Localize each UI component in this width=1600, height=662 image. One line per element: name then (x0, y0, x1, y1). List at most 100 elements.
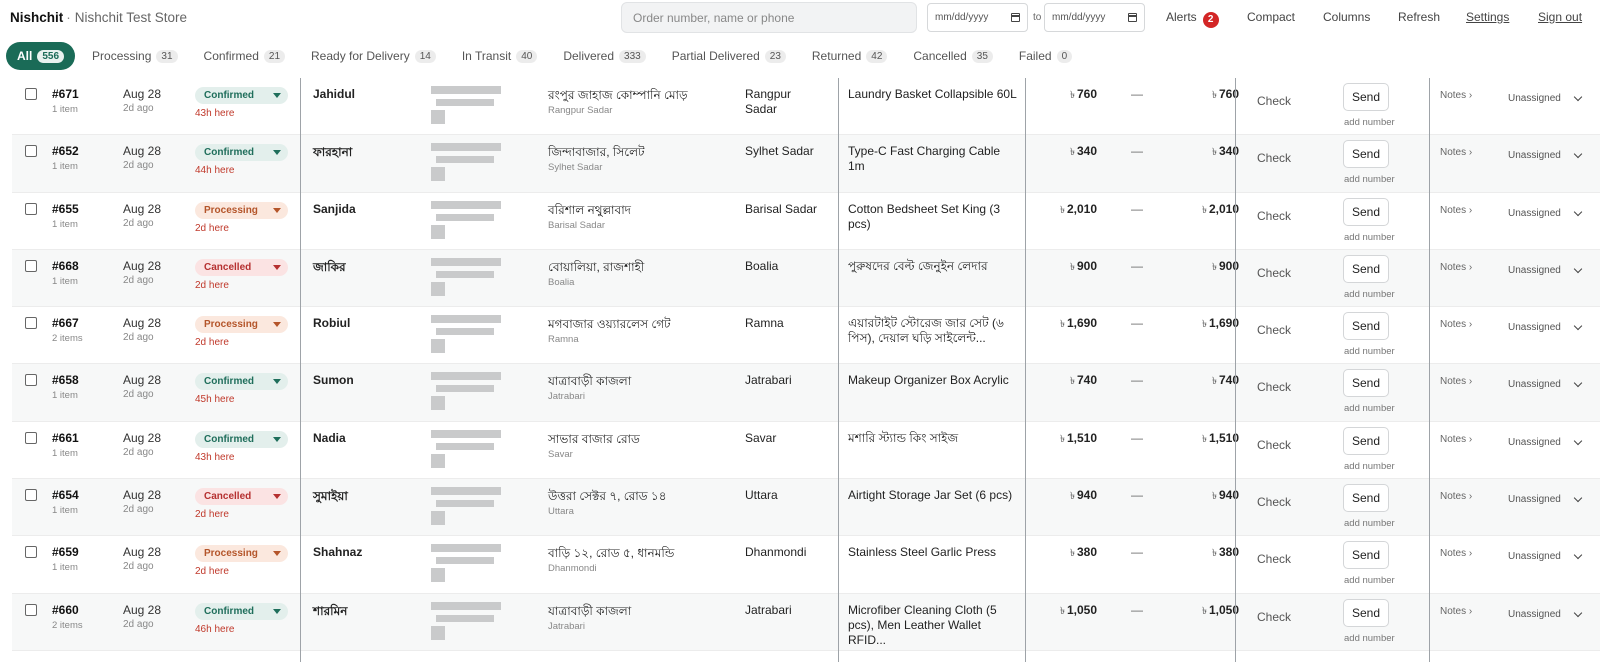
order-id[interactable]: #658 (52, 373, 79, 387)
row-checkbox[interactable] (25, 202, 37, 215)
add-number-link[interactable]: add number (1344, 346, 1395, 357)
date-from-field[interactable]: mm/dd/yyyy (927, 3, 1028, 32)
row-checkbox[interactable] (25, 259, 37, 272)
status-dropdown[interactable]: Processing (195, 545, 288, 563)
table-row[interactable]: #654 1 item Aug 28 2d ago Cancelled 2d here সু… (12, 479, 1600, 537)
check-button[interactable]: Check (1257, 495, 1291, 509)
assignee-dropdown[interactable]: Unassigned (1508, 379, 1583, 390)
check-button[interactable]: Check (1257, 94, 1291, 108)
tab-failed[interactable]: Failed 0 (1006, 42, 1085, 70)
row-checkbox[interactable] (25, 317, 37, 330)
assignee-dropdown[interactable]: Unassigned (1508, 207, 1583, 219)
search-input[interactable] (621, 2, 917, 33)
calendar-icon[interactable] (1128, 13, 1137, 22)
add-number-link[interactable]: add number (1344, 403, 1395, 414)
send-button[interactable]: Send (1343, 197, 1389, 226)
order-id[interactable]: #660 (52, 603, 79, 617)
row-checkbox[interactable] (25, 374, 37, 387)
check-button[interactable]: Check (1257, 438, 1291, 452)
status-dropdown[interactable]: Confirmed (195, 430, 288, 448)
order-id[interactable]: #671 (52, 87, 79, 101)
send-button[interactable]: Send (1343, 83, 1389, 111)
notes-link[interactable]: Notes › (1440, 434, 1472, 445)
columns-button[interactable]: Columns (1323, 10, 1370, 24)
sign-out-link[interactable]: Sign out (1538, 10, 1582, 24)
refresh-button[interactable]: Refresh (1398, 10, 1440, 24)
calendar-icon[interactable] (1011, 13, 1020, 22)
row-checkbox[interactable] (25, 603, 37, 616)
status-dropdown[interactable]: Cancelled (195, 258, 288, 276)
notes-link[interactable]: Notes › (1440, 606, 1472, 617)
check-button[interactable]: Check (1257, 323, 1291, 337)
assignee-dropdown[interactable]: Unassigned (1508, 321, 1583, 333)
row-checkbox[interactable] (25, 88, 37, 100)
order-id[interactable]: #655 (52, 202, 79, 216)
table-row[interactable]: #652 1 item Aug 28 2d ago Confirmed 44h here ফ… (12, 135, 1600, 193)
assignee-dropdown[interactable]: Unassigned (1508, 493, 1583, 505)
order-id[interactable]: #652 (52, 144, 79, 158)
send-button[interactable]: Send (1343, 541, 1389, 570)
send-button[interactable]: Send (1343, 484, 1389, 513)
notes-link[interactable]: Notes › (1440, 548, 1472, 559)
notes-link[interactable]: Notes › (1440, 376, 1472, 387)
notes-link[interactable]: Notes › (1440, 491, 1472, 502)
tab-all[interactable]: All 556 (6, 42, 76, 70)
order-id[interactable]: #654 (52, 488, 79, 502)
assignee-dropdown[interactable]: Unassigned (1508, 92, 1583, 104)
add-number-link[interactable]: add number (1344, 461, 1395, 472)
tab-confirmed[interactable]: Confirmed 21 (191, 42, 298, 70)
notes-link[interactable]: Notes › (1440, 90, 1472, 101)
check-button[interactable]: Check (1257, 552, 1291, 566)
tab-processing[interactable]: Processing 31 (79, 42, 191, 70)
add-number-link[interactable]: add number (1344, 518, 1395, 529)
status-dropdown[interactable]: Confirmed (195, 602, 288, 620)
tab-ready-for-delivery[interactable]: Ready for Delivery 14 (298, 42, 449, 70)
order-id[interactable]: #659 (52, 545, 79, 559)
alerts-link[interactable]: Alerts 2 (1166, 10, 1219, 28)
status-dropdown[interactable]: Confirmed (195, 373, 288, 391)
send-button[interactable]: Send (1343, 254, 1389, 283)
table-row[interactable]: #667 2 items Aug 28 2d ago Processing 2d here… (12, 307, 1600, 365)
compact-button[interactable]: Compact (1247, 10, 1295, 24)
notes-link[interactable]: Notes › (1440, 147, 1472, 158)
notes-link[interactable]: Notes › (1440, 205, 1472, 216)
settings-link[interactable]: Settings (1466, 10, 1509, 24)
order-id[interactable]: #668 (52, 259, 79, 273)
table-row[interactable]: #660 2 items Aug 28 2d ago Confirmed 46h here… (12, 593, 1600, 651)
send-button[interactable]: Send (1343, 140, 1389, 169)
check-button[interactable]: Check (1257, 209, 1291, 223)
tab-in-transit[interactable]: In Transit 40 (449, 42, 550, 70)
check-button[interactable]: Check (1257, 266, 1291, 280)
send-button[interactable]: Send (1343, 598, 1389, 627)
table-row[interactable]: #658 1 item Aug 28 2d ago Confirmed 45h here S… (12, 364, 1600, 422)
row-checkbox[interactable] (25, 145, 37, 158)
order-id[interactable]: #667 (52, 316, 79, 330)
send-button[interactable]: Send (1343, 312, 1389, 341)
row-checkbox[interactable] (25, 546, 37, 559)
assignee-dropdown[interactable]: Unassigned (1508, 436, 1583, 448)
status-dropdown[interactable]: Cancelled (195, 488, 288, 506)
table-row[interactable]: #659 1 item Aug 28 2d ago Processing 2d here S… (12, 536, 1600, 594)
status-dropdown[interactable]: Confirmed (195, 87, 288, 104)
tab-returned[interactable]: Returned 42 (799, 42, 901, 70)
notes-link[interactable]: Notes › (1440, 319, 1472, 330)
add-number-link[interactable]: add number (1344, 117, 1395, 128)
add-number-link[interactable]: add number (1344, 232, 1395, 243)
status-dropdown[interactable]: Processing (195, 201, 288, 219)
row-checkbox[interactable] (25, 431, 37, 444)
notes-link[interactable]: Notes › (1440, 262, 1472, 273)
table-row[interactable]: #661 1 item Aug 28 2d ago Confirmed 43h here N… (12, 422, 1600, 480)
check-button[interactable]: Check (1257, 380, 1291, 394)
tab-cancelled[interactable]: Cancelled 35 (900, 42, 1006, 70)
tab-partial-delivered[interactable]: Partial Delivered 23 (659, 42, 799, 70)
check-button[interactable]: Check (1257, 610, 1291, 624)
assignee-dropdown[interactable]: Unassigned (1508, 150, 1583, 161)
status-dropdown[interactable]: Confirmed (195, 144, 288, 162)
add-number-link[interactable]: add number (1344, 633, 1395, 644)
tab-delivered[interactable]: Delivered 333 (550, 42, 658, 70)
assignee-dropdown[interactable]: Unassigned (1508, 264, 1583, 276)
add-number-link[interactable]: add number (1344, 289, 1395, 300)
date-to-field[interactable]: mm/dd/yyyy (1044, 3, 1145, 32)
send-button[interactable]: Send (1343, 426, 1389, 455)
row-checkbox[interactable] (25, 489, 37, 502)
